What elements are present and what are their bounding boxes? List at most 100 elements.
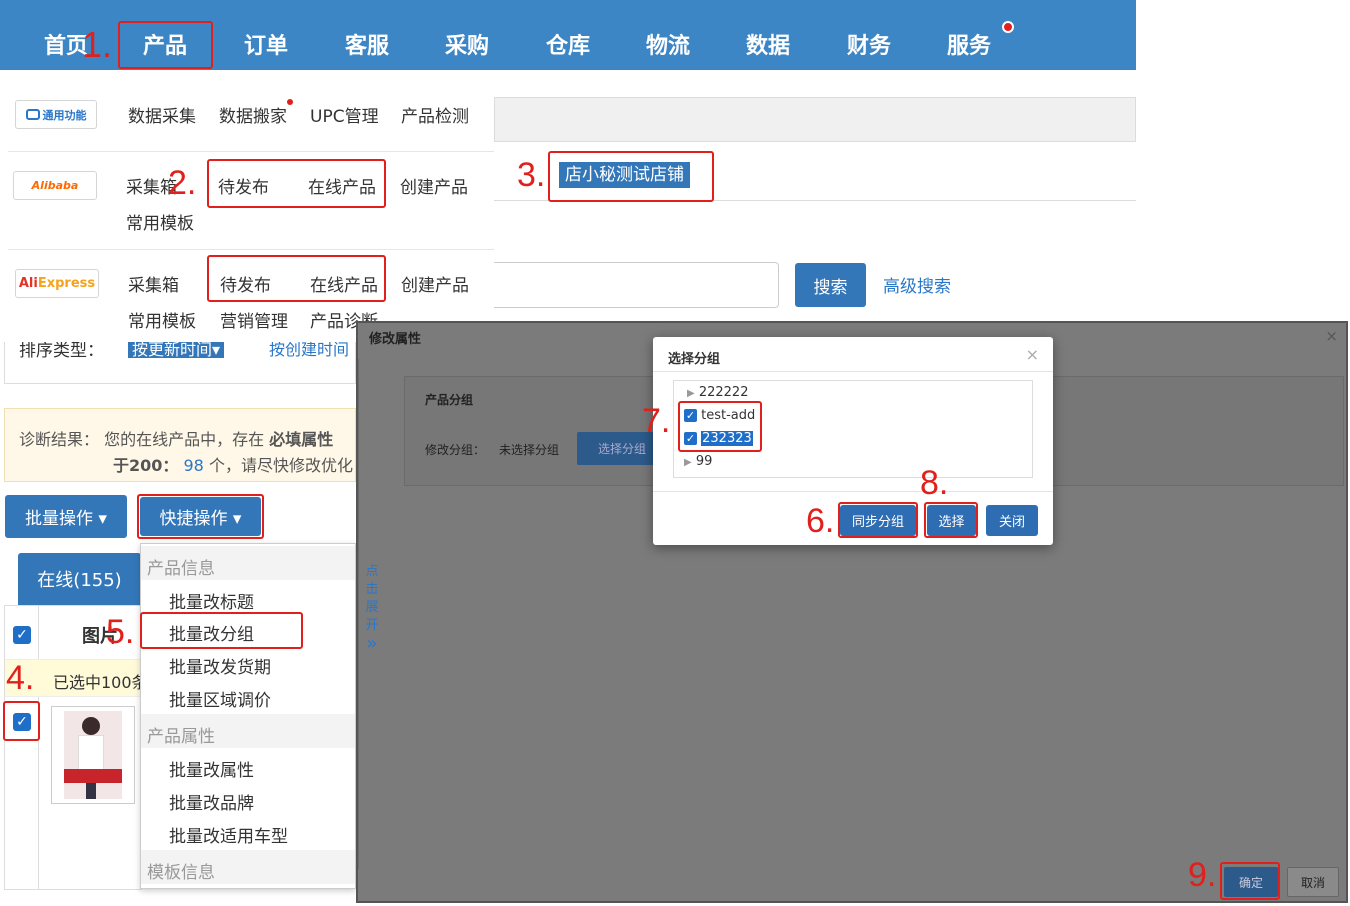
expand-char: 点 bbox=[365, 564, 379, 579]
modal-divider bbox=[653, 491, 1053, 492]
advanced-search-link[interactable]: 高级搜索 bbox=[883, 272, 951, 297]
nav-warehouse[interactable]: 仓库 bbox=[528, 28, 608, 60]
expand-sidebar[interactable]: 点 击 展 开 » bbox=[365, 563, 379, 653]
dropdown-header-product-info: 产品信息 bbox=[141, 546, 355, 580]
diagnosis-notice: 诊断结果： 您的在线产品中，存在 必填属性 于200： 98 个，请尽快修改优化 bbox=[4, 408, 356, 482]
diagnosis-line1: 您的在线产品中，存在 bbox=[104, 430, 265, 449]
alibaba-logo: Alibaba bbox=[13, 171, 97, 200]
select-group-title: 选择分组 bbox=[668, 352, 721, 367]
sort-by-create[interactable]: 按创建时间 bbox=[269, 342, 349, 360]
menu-batch-vehicle[interactable]: 批量改适用车型 bbox=[169, 822, 288, 847]
alibaba-create[interactable]: 创建产品 bbox=[400, 173, 468, 198]
aliexpress-logo-orange: Express bbox=[37, 276, 96, 291]
aliexpress-templates[interactable]: 常用模板 bbox=[128, 307, 196, 332]
highlight-select bbox=[924, 502, 978, 538]
close-icon[interactable]: × bbox=[1026, 345, 1039, 364]
image-hair bbox=[82, 717, 100, 735]
general-logo-text: 通用功能 bbox=[42, 108, 87, 122]
highlight-quick-op bbox=[137, 494, 264, 539]
menu-batch-title[interactable]: 批量改标题 bbox=[169, 588, 254, 613]
modal-rule bbox=[358, 359, 359, 869]
general-functions-logo: 通用功能 bbox=[15, 100, 97, 129]
menu-divider bbox=[8, 151, 494, 152]
product-group-title: 产品分组 bbox=[425, 393, 474, 407]
aliexpress-logo-red: Ali bbox=[18, 276, 38, 291]
step-9-label: 9. bbox=[1188, 856, 1217, 894]
search-input[interactable] bbox=[494, 262, 779, 308]
image-legs bbox=[86, 783, 96, 799]
step-3-label: 3. bbox=[517, 156, 546, 194]
diagnosis-line2b: 个，请尽快修改优化 bbox=[208, 456, 353, 475]
double-chevron-icon: » bbox=[366, 633, 378, 654]
image-dress bbox=[78, 735, 104, 773]
close-button[interactable]: 关闭 bbox=[986, 505, 1038, 536]
select-all-checkbox[interactable]: ✓ bbox=[13, 626, 31, 644]
batch-operation-button[interactable]: 批量操作 ▾ bbox=[5, 495, 127, 538]
menu-batch-attribute[interactable]: 批量改属性 bbox=[169, 756, 254, 781]
tree-node[interactable]: ▶ 99 bbox=[684, 454, 712, 469]
caret-right-icon: ▶ bbox=[687, 388, 695, 399]
highlight-alibaba bbox=[207, 159, 386, 208]
dropdown-header-product-attr: 产品属性 bbox=[141, 714, 355, 748]
notification-dot bbox=[1002, 21, 1014, 33]
sort-row: 排序类型： 按更新时间▾ 按创建时间 bbox=[4, 342, 356, 384]
step-7-label: 7. bbox=[642, 402, 671, 440]
filter-bar bbox=[494, 97, 1136, 142]
modify-group-label: 修改分组： bbox=[425, 443, 486, 457]
menu-data-move[interactable]: 数据搬家 bbox=[219, 102, 287, 127]
selected-count: 已选中100条 bbox=[53, 673, 141, 692]
step-2-label: 2. bbox=[168, 164, 197, 202]
highlight-sync bbox=[838, 502, 918, 538]
new-dot bbox=[287, 99, 293, 105]
diagnosis-bold: 必填属性 bbox=[269, 430, 334, 449]
tab-online[interactable]: 在线(155) bbox=[18, 553, 141, 605]
aliexpress-collect-box[interactable]: 采集箱 bbox=[128, 271, 179, 296]
product-thumbnail[interactable] bbox=[51, 706, 135, 804]
menu-batch-region-price[interactable]: 批量区域调价 bbox=[169, 686, 271, 711]
caret-right-icon: ▶ bbox=[684, 457, 692, 468]
menu-batch-delivery[interactable]: 批量改发货期 bbox=[169, 653, 271, 678]
menu-batch-brand[interactable]: 批量改品牌 bbox=[169, 789, 254, 814]
diagnosis-count[interactable]: 98 bbox=[184, 456, 204, 475]
aliexpress-create[interactable]: 创建产品 bbox=[401, 271, 469, 296]
diagnosis-prefix: 诊断结果： bbox=[19, 430, 100, 449]
cancel-button[interactable]: 取消 bbox=[1287, 867, 1339, 897]
product-image bbox=[64, 711, 122, 799]
nav-logistics[interactable]: 物流 bbox=[628, 28, 708, 60]
nav-data[interactable]: 数据 bbox=[728, 28, 808, 60]
expand-char: 击 bbox=[365, 582, 379, 597]
highlight-batch-group bbox=[140, 612, 303, 649]
modal-divider bbox=[653, 371, 1053, 372]
nav-finance[interactable]: 财务 bbox=[829, 28, 909, 60]
highlight-tree-checked bbox=[678, 401, 762, 452]
highlight-products bbox=[118, 21, 213, 69]
menu-upc[interactable]: UPC管理 bbox=[310, 102, 379, 127]
menu-data-collect[interactable]: 数据采集 bbox=[128, 102, 196, 127]
tree-node-label: 222222 bbox=[698, 385, 749, 400]
tree-node[interactable]: ▶ 222222 bbox=[687, 385, 748, 400]
highlight-shop bbox=[548, 151, 714, 202]
aliexpress-logo: Ali Express bbox=[15, 269, 99, 298]
sort-by-update[interactable]: 按更新时间▾ bbox=[128, 342, 225, 359]
search-button[interactable]: 搜索 bbox=[795, 263, 866, 307]
highlight-row-checkbox bbox=[3, 701, 40, 741]
menu-divider bbox=[8, 249, 494, 250]
tree-node-label: 99 bbox=[695, 454, 713, 469]
step-6-label: 6. bbox=[806, 502, 835, 540]
modify-group-value: 未选择分组 bbox=[499, 443, 560, 457]
nav-service[interactable]: 客服 bbox=[327, 28, 407, 60]
nav-purchase[interactable]: 采购 bbox=[427, 28, 507, 60]
expand-char: 展 bbox=[365, 600, 379, 615]
alibaba-templates[interactable]: 常用模板 bbox=[126, 209, 194, 234]
quick-operation-dropdown: 产品信息 批量改标题 批量改分组 批量改发货期 批量区域调价 产品属性 批量改属… bbox=[140, 543, 356, 889]
step-4-label: 4. bbox=[6, 659, 35, 697]
table-col-divider bbox=[38, 605, 39, 890]
step-1-label: 1. bbox=[82, 24, 113, 65]
nav-orders[interactable]: 订单 bbox=[226, 28, 306, 60]
aliexpress-marketing[interactable]: 营销管理 bbox=[220, 307, 288, 332]
step-8-label: 8. bbox=[920, 464, 949, 502]
sort-label: 排序类型： bbox=[19, 342, 104, 361]
modal-close-icon[interactable]: × bbox=[1325, 327, 1338, 345]
menu-product-check[interactable]: 产品检测 bbox=[401, 102, 469, 127]
nav-services[interactable]: 服务 bbox=[929, 28, 1009, 60]
